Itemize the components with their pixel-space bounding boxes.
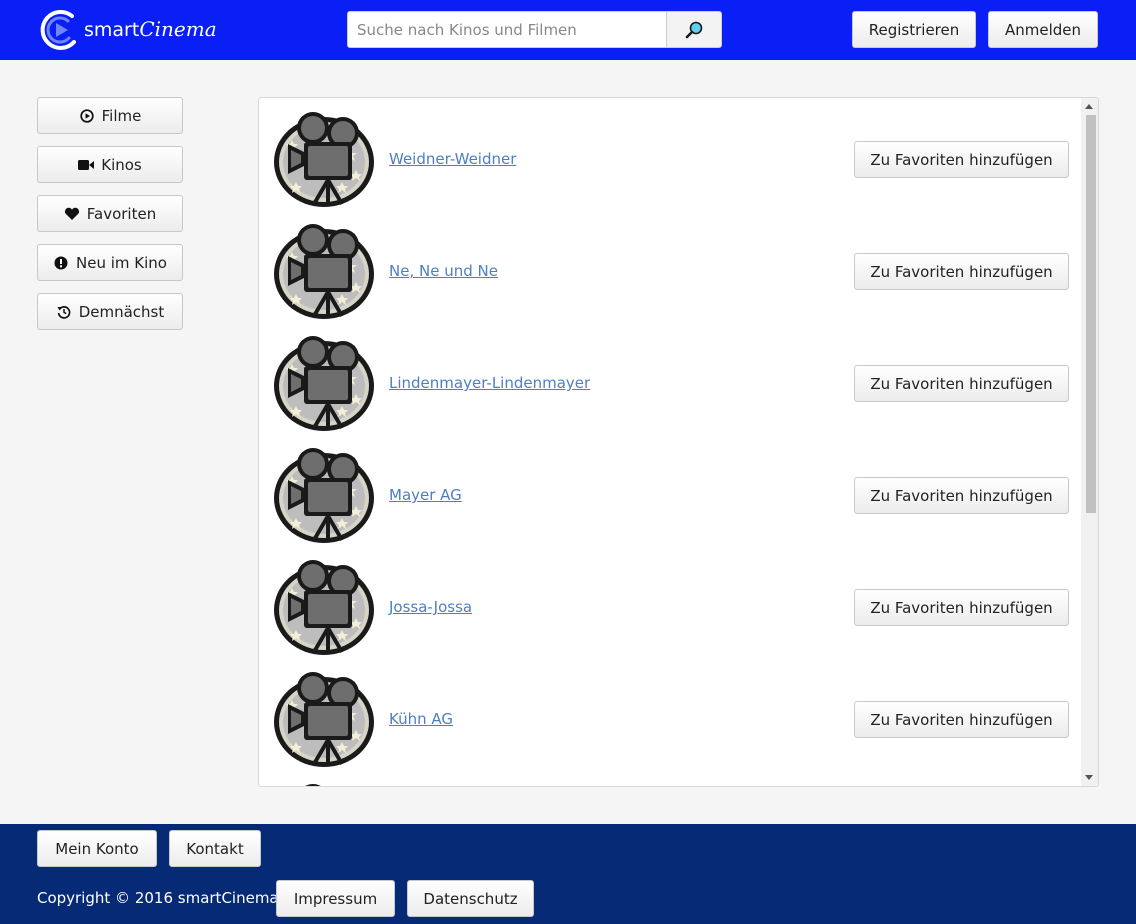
cinema-link[interactable]: Mayer AG xyxy=(389,486,462,504)
sidebar-item-filme[interactable]: Filme xyxy=(37,97,183,134)
add-to-favorites-button[interactable]: Zu Favoriten hinzufügen xyxy=(854,365,1069,402)
sidebar-item-label: Demnächst xyxy=(78,302,165,321)
sidebar-item-label: Neu im Kino xyxy=(76,253,167,272)
cinema-camera-thumbnail xyxy=(272,558,376,656)
brand-suffix: Cinema xyxy=(139,17,217,41)
history-icon xyxy=(56,304,72,320)
list-item: Lindenmayer-Lindenmayer Zu Favoriten hin… xyxy=(259,322,1081,434)
list-item: Kühn AG Zu Favoriten hinzufügen xyxy=(259,658,1081,770)
cinema-list-panel: Weidner-Weidner Zu Favoriten hinzufügen … xyxy=(258,97,1099,787)
add-to-favorites-button[interactable]: Zu Favoriten hinzufügen xyxy=(854,141,1069,178)
list-scrollbar[interactable] xyxy=(1081,98,1098,786)
search-input[interactable] xyxy=(347,11,667,48)
list-item-partial xyxy=(259,770,1081,786)
cinema-link[interactable]: Lindenmayer-Lindenmayer xyxy=(389,374,590,392)
heart-icon xyxy=(64,206,80,222)
sidebar-item-label: Favoriten xyxy=(86,204,157,223)
cinema-camera-thumbnail xyxy=(272,222,376,320)
copyright-text: Copyright © 2016 smartCinema xyxy=(37,889,279,907)
add-to-favorites-button[interactable]: Zu Favoriten hinzufügen xyxy=(854,477,1069,514)
play-circle-icon xyxy=(79,108,95,124)
register-button[interactable]: Registrieren xyxy=(852,11,976,48)
cinema-camera-thumbnail xyxy=(272,670,376,768)
cinema-logo-icon xyxy=(40,10,76,50)
footer: Mein Konto Kontakt Copyright © 2016 smar… xyxy=(0,824,1136,924)
cinema-link[interactable]: Weidner-Weidner xyxy=(389,150,516,168)
cinema-link[interactable]: Ne, Ne und Ne xyxy=(389,262,498,280)
cinema-camera-thumbnail xyxy=(272,782,376,786)
privacy-button[interactable]: Datenschutz xyxy=(407,880,534,917)
cinema-camera-thumbnail xyxy=(272,334,376,432)
exclamation-icon xyxy=(53,255,69,271)
sidebar-item-kinos[interactable]: Kinos xyxy=(37,146,183,183)
sidebar-item-favoriten[interactable]: Favoriten xyxy=(37,195,183,232)
list-item: Mayer AG Zu Favoriten hinzufügen xyxy=(259,434,1081,546)
scroll-up-arrow-icon[interactable] xyxy=(1085,104,1093,109)
search-button[interactable] xyxy=(666,11,722,48)
scroll-down-arrow-icon[interactable] xyxy=(1085,775,1093,780)
sidebar-item-neu-im-kino[interactable]: Neu im Kino xyxy=(37,244,183,281)
imprint-button[interactable]: Impressum xyxy=(276,880,395,917)
top-navbar: smartCinema Registrieren Anmelden xyxy=(0,0,1136,60)
list-item: Ne, Ne und Ne Zu Favoriten hinzufügen xyxy=(259,210,1081,322)
search-icon xyxy=(685,21,703,38)
sidebar-item-label: Kinos xyxy=(101,155,142,174)
cinema-camera-thumbnail xyxy=(272,446,376,544)
cinema-link[interactable]: Kühn AG xyxy=(389,710,453,728)
add-to-favorites-button[interactable]: Zu Favoriten hinzufügen xyxy=(854,589,1069,626)
scrollbar-thumb[interactable] xyxy=(1086,115,1096,513)
list-item: Weidner-Weidner Zu Favoriten hinzufügen xyxy=(259,98,1081,210)
brand-name: smartCinema xyxy=(84,17,217,41)
add-to-favorites-button[interactable]: Zu Favoriten hinzufügen xyxy=(854,253,1069,290)
sidebar-item-demnaechst[interactable]: Demnächst xyxy=(37,293,183,330)
my-account-button[interactable]: Mein Konto xyxy=(37,830,157,867)
brand-logo[interactable]: smartCinema xyxy=(38,8,217,52)
video-camera-icon xyxy=(78,157,95,173)
add-to-favorites-button[interactable]: Zu Favoriten hinzufügen xyxy=(854,701,1069,738)
login-button[interactable]: Anmelden xyxy=(988,11,1098,48)
contact-button[interactable]: Kontakt xyxy=(169,830,261,867)
sidebar-item-label: Filme xyxy=(101,106,142,125)
brand-prefix: smart xyxy=(84,19,140,41)
list-item: Jossa-Jossa Zu Favoriten hinzufügen xyxy=(259,546,1081,658)
cinema-link[interactable]: Jossa-Jossa xyxy=(389,598,472,616)
cinema-camera-thumbnail xyxy=(272,110,376,208)
